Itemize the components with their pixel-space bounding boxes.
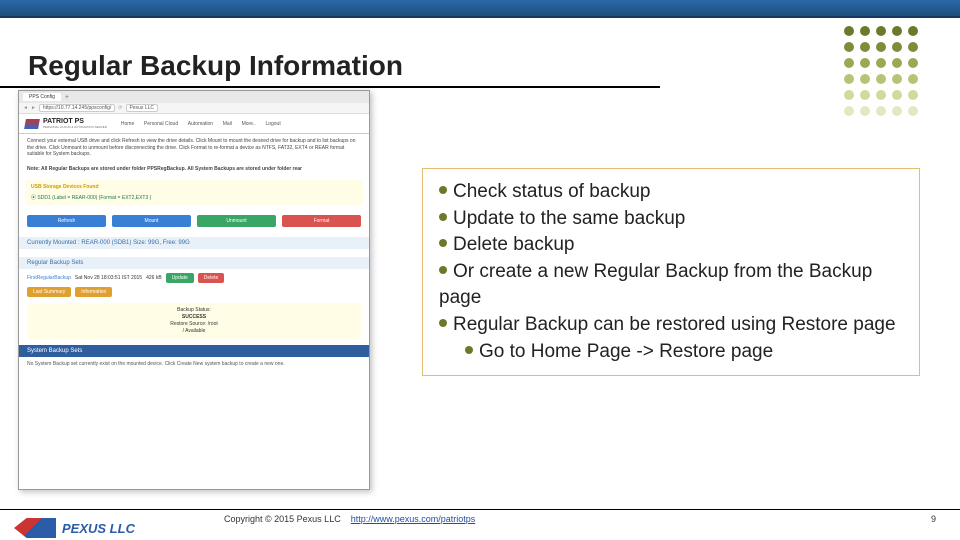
- forward-icon: ►: [31, 105, 36, 111]
- bullet-item-2: Update to the same backup: [439, 206, 903, 233]
- bullet-text: Update to the same backup: [453, 208, 685, 229]
- bullet-item-1: Check status of backup: [439, 179, 903, 206]
- app-header: PATRIOT PS PERSONAL CLOUD & AUTOMATION S…: [19, 114, 369, 134]
- brand-name: PATRIOT PS: [43, 118, 107, 125]
- footer-divider: [0, 509, 960, 510]
- no-system-text: No System Backup set currently exist on …: [19, 357, 369, 372]
- status-value: SUCCESS: [33, 314, 355, 321]
- usb-device: ⦿ SDD1 (Label = REAR-000) (Format = EXT2…: [31, 194, 357, 201]
- bullet-text: Go to Home Page -> Restore page: [479, 341, 773, 362]
- decorative-dot-grid: [844, 26, 920, 120]
- copyright: Copyright © 2015 Pexus LLC http://www.pe…: [224, 514, 475, 524]
- mounted-head: Currently Mounted : REAR-000 (SDB1) Size…: [19, 237, 369, 249]
- browser-tab: PPS Config: [23, 93, 61, 101]
- brand-logo-icon: [24, 119, 40, 129]
- bullet-item-4: Or create a new Regular Backup from the …: [439, 259, 903, 312]
- nav-mail: Mail: [223, 121, 232, 127]
- bullet-icon: [439, 186, 447, 194]
- page-title: Regular Backup Information: [28, 50, 403, 82]
- backup-name: FirstRegularBackup: [27, 275, 71, 281]
- last-summary-button: Last Summary: [27, 287, 71, 297]
- format-button: Format: [282, 215, 361, 227]
- information-button: Information: [75, 287, 112, 297]
- pexus-logo-icon: [14, 518, 56, 538]
- regular-head: Regular Backup Sets: [19, 257, 369, 269]
- intro-text: Connect your external USB drive and clic…: [19, 134, 369, 162]
- bullet-icon: [439, 319, 447, 327]
- footer-logo: PEXUS LLC: [14, 518, 135, 538]
- nav-personal-cloud: Personal Cloud: [144, 121, 178, 127]
- bullet-icon: [439, 239, 447, 247]
- bullet-icon: [465, 346, 473, 354]
- mount-button: Mount: [112, 215, 191, 227]
- status-label: Backup Status:: [177, 307, 211, 313]
- browser-tabbar: PPS Config +: [19, 91, 369, 103]
- backup-size: 426 kB: [146, 275, 162, 281]
- nav-more: More..: [242, 121, 256, 127]
- top-accent-bar: [0, 0, 960, 18]
- bullet-text: Delete backup: [453, 234, 574, 255]
- refresh-button: Refresh: [27, 215, 106, 227]
- bullet-icon: [439, 213, 447, 221]
- unmount-button: Unmount: [197, 215, 276, 227]
- info-panel: Backup Status: SUCCESS Restore Source: /…: [27, 303, 361, 339]
- footer-logo-text: PEXUS LLC: [62, 521, 135, 536]
- new-tab-icon: +: [65, 94, 69, 101]
- url-text: https://10.77.14.245/ppsconfig/: [39, 104, 115, 112]
- update-button: Update: [166, 273, 194, 283]
- footer-link[interactable]: http://www.pexus.com/patriotps: [351, 514, 476, 524]
- browser-urlbar: ◄ ► https://10.77.14.245/ppsconfig/ ⟳ Pe…: [19, 103, 369, 114]
- bullet-text: Regular Backup can be restored using Res…: [453, 314, 896, 335]
- back-icon: ◄: [23, 105, 28, 111]
- usb-head: USB Storage Devices Found: [31, 184, 357, 190]
- nav-logout: Logout: [265, 121, 280, 127]
- bullet-item-3: Delete backup: [439, 232, 903, 259]
- bullet-item-5: Regular Backup can be restored using Res…: [439, 312, 903, 339]
- copyright-text: Copyright © 2015 Pexus LLC: [224, 514, 341, 524]
- bullet-icon: [439, 266, 447, 274]
- bullet-text: Or create a new Regular Backup from the …: [439, 261, 872, 309]
- note-text: Note: All Regular Backups are stored und…: [19, 162, 369, 177]
- bullet-item-6: Go to Home Page -> Restore page: [439, 339, 903, 366]
- backup-subrow: Last Summary Information: [19, 287, 369, 301]
- backup-row: FirstRegularBackup Sat Nov 28 18:03:51 I…: [19, 269, 369, 287]
- nav-home: Home: [121, 121, 134, 127]
- bullet-box: Check status of backup Update to the sam…: [422, 168, 920, 376]
- brand-subtitle: PERSONAL CLOUD & AUTOMATION SERVER: [43, 125, 107, 129]
- reload-icon: ⟳: [118, 105, 122, 111]
- usb-device-label: SDD1 (Label = REAR-000) (Format = EXT2,E…: [37, 195, 151, 201]
- source-label: Restore Source: /root: [33, 321, 355, 328]
- action-button-row: Refresh Mount Unmount Format: [19, 209, 369, 233]
- nav-automation: Automation: [188, 121, 213, 127]
- page-number: 9: [931, 514, 936, 524]
- available-label: / Available: [33, 328, 355, 335]
- delete-button: Delete: [198, 273, 224, 283]
- usb-panel: USB Storage Devices Found ⦿ SDD1 (Label …: [25, 180, 363, 205]
- bullet-text: Check status of backup: [453, 181, 651, 202]
- backup-date: Sat Nov 28 18:03:51 IST 2015: [75, 275, 142, 281]
- embedded-screenshot: PPS Config + ◄ ► https://10.77.14.245/pp…: [18, 90, 370, 490]
- search-text: Pexus LLC: [126, 104, 158, 112]
- system-head: System Backup Sets: [19, 345, 369, 357]
- title-underline: [0, 86, 660, 88]
